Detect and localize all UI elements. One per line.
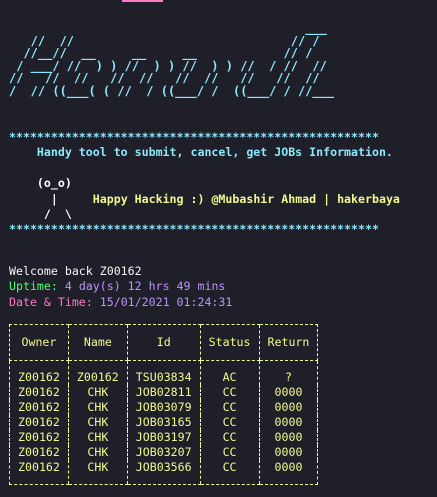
cell-status: AC	[199, 360, 260, 385]
cell-owner: Z00162	[9, 400, 69, 415]
stars-divider-bottom: ****************************************…	[9, 222, 379, 237]
mascot-legs: / \	[43, 207, 72, 222]
cell-return: 0000	[258, 430, 319, 445]
cell-id: JOB03079	[126, 400, 201, 415]
mascot-head: (o_o)	[36, 176, 72, 191]
date-time-value: 15/01/2021 01:24:31	[99, 294, 233, 309]
cell-status: CC	[199, 460, 260, 485]
cell-id: JOB03207	[126, 445, 201, 460]
stars-divider-top: ****************************************…	[9, 130, 379, 144]
jobs-table: Owner Name Id Status Return Z00162 Z0016…	[9, 324, 319, 485]
welcome-message: Welcome back Z00162	[9, 264, 142, 278]
session-status: Welcome back Z00162 Uptime: 4 day(s) 12 …	[9, 264, 232, 310]
cell-name: CHK	[67, 430, 128, 445]
cell-owner: Z00162	[9, 415, 69, 430]
cell-name: CHK	[67, 385, 128, 400]
table-row: Z00162 CHK JOB02811 CC 0000	[9, 385, 319, 400]
cell-name: CHK	[67, 400, 128, 415]
column-header-return: Return	[258, 324, 319, 361]
column-header-id: Id	[126, 324, 201, 361]
cell-status: CC	[199, 385, 260, 400]
ascii-art-banner: ___ // // // / //__// __ __ __ // / / __…	[9, 21, 335, 98]
cell-id: JOB02811	[126, 385, 201, 400]
cell-owner: Z00162	[9, 460, 69, 485]
mascot-body: |	[50, 191, 58, 206]
cell-name: CHK	[67, 415, 128, 430]
column-header-owner: Owner	[9, 324, 69, 361]
cell-id: JOB03566	[126, 460, 201, 485]
cell-owner: Z00162	[9, 385, 69, 400]
cell-name: Z00162	[67, 360, 128, 385]
cell-owner: Z00162	[9, 445, 69, 460]
table-header-row: Owner Name Id Status Return	[9, 324, 319, 361]
cell-status: CC	[199, 430, 260, 445]
table-row: Z00162 CHK JOB03566 CC 0000	[9, 460, 319, 485]
table-row: Z00162 CHK JOB03079 CC 0000	[9, 400, 319, 415]
table-row: Z00162 CHK JOB03197 CC 0000	[9, 430, 319, 445]
active-tab-indicator	[122, 0, 163, 2]
cell-return: 0000	[258, 460, 319, 485]
uptime-label: Uptime:	[9, 279, 58, 294]
cell-owner: Z00162	[9, 430, 69, 445]
hacking-line: Happy Hacking :) @Mubashir Ahmad | haker…	[92, 191, 400, 206]
cell-id: JOB03165	[126, 415, 201, 430]
column-header-status: Status	[199, 324, 260, 361]
cell-id: JOB03197	[126, 430, 201, 445]
table-row: Z00162 CHK JOB03165 CC 0000	[9, 415, 319, 430]
cell-return: 0000	[258, 445, 319, 460]
column-header-name: Name	[67, 324, 128, 361]
intro-panel: ****************************************…	[9, 130, 400, 238]
cell-return: 0000	[258, 385, 319, 400]
table-row: Z00162 Z00162 TSU03834 AC ?	[9, 360, 319, 385]
cell-return: ?	[258, 360, 319, 385]
date-time-label: Date & Time:	[9, 294, 93, 309]
cell-id: TSU03834	[126, 360, 201, 385]
cell-name: CHK	[67, 445, 128, 460]
table-row: Z00162 CHK JOB03207 CC 0000	[9, 445, 319, 460]
cell-status: CC	[199, 445, 260, 460]
cell-return: 0000	[258, 400, 319, 415]
cell-status: CC	[199, 415, 260, 430]
uptime-value: 4 day(s) 12 hrs 49 mins	[64, 279, 226, 294]
cell-owner: Z00162	[9, 360, 69, 385]
cell-name: CHK	[67, 460, 128, 485]
tagline: Handy tool to submit, cancel, get JOBs I…	[36, 145, 393, 160]
cell-return: 0000	[258, 415, 319, 430]
cell-status: CC	[199, 400, 260, 415]
